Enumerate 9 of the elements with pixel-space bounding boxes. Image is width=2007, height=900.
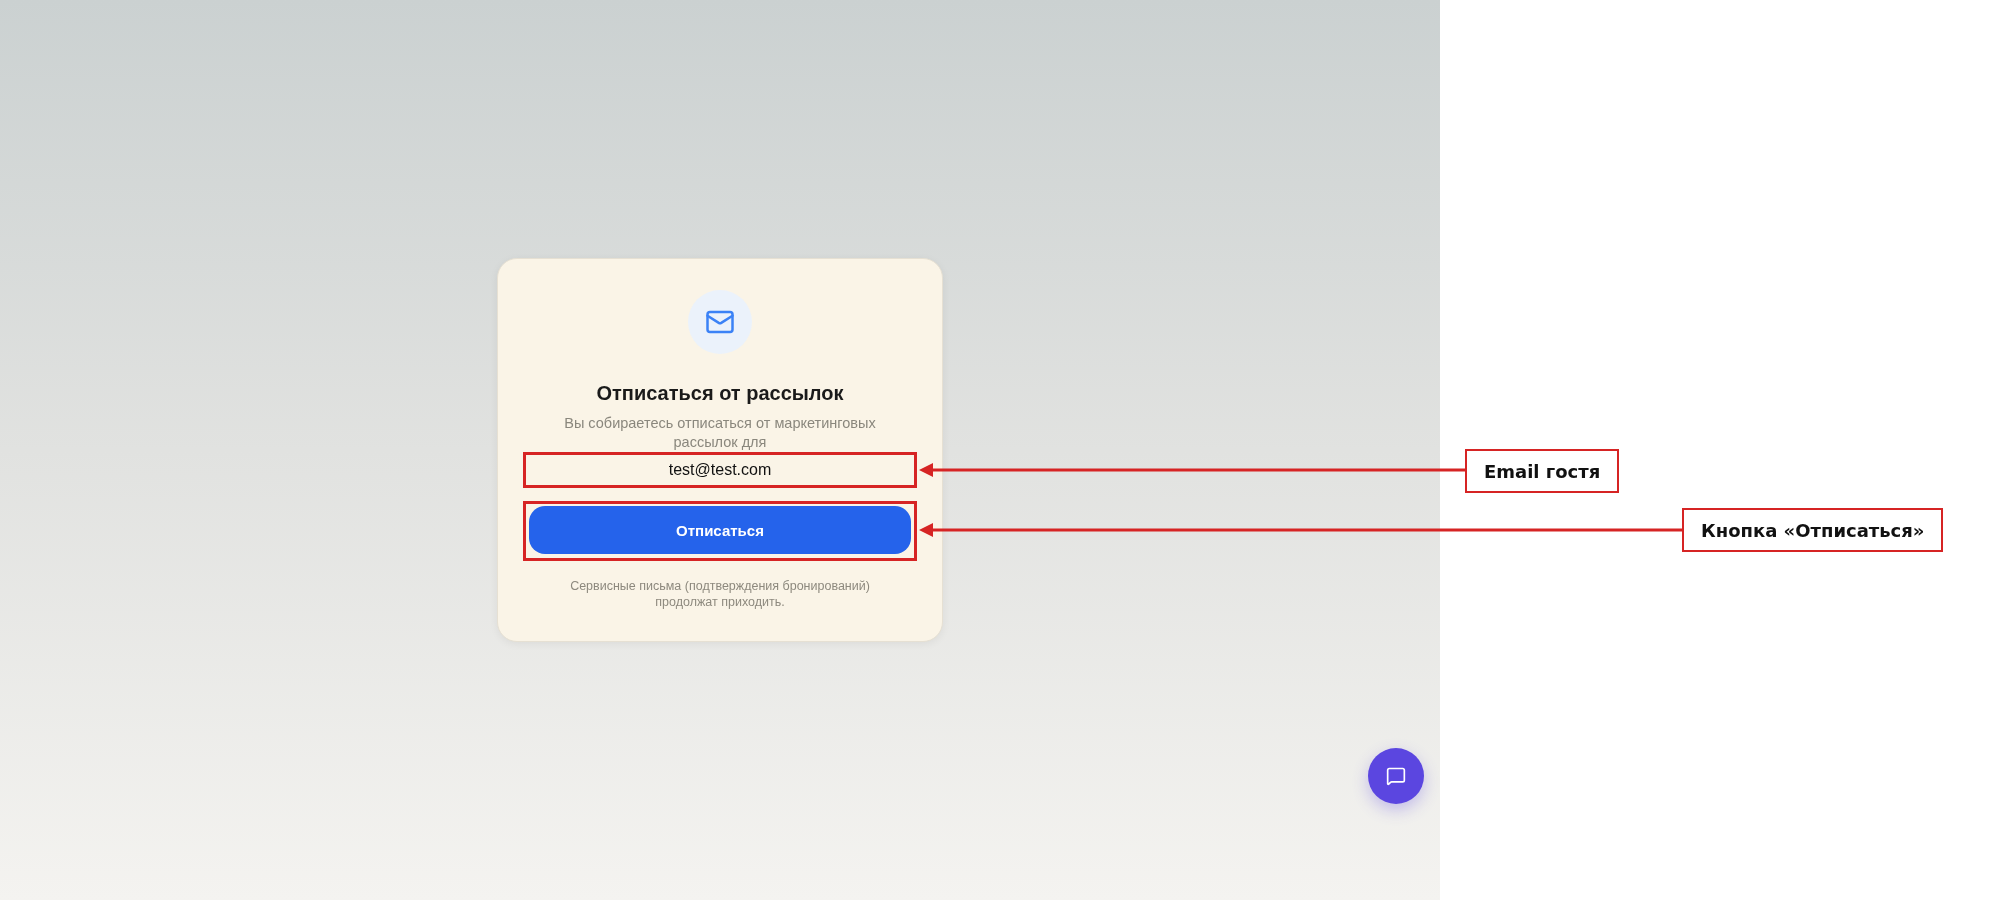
callout-label: Email гостя	[1465, 449, 1620, 493]
guest-email: test@test.com	[668, 461, 772, 479]
callout-label: Кнопка «Отписаться»	[1682, 508, 1944, 552]
card-note: Сервисные письма (подтверждения бронирований) продолжат приходить.	[569, 578, 871, 610]
unsubscribe-button[interactable]: Отписаться	[529, 506, 911, 554]
card-title: Отписаться от рассылок	[596, 381, 844, 406]
speech-bubble-icon	[1386, 766, 1406, 786]
card-description: Вы собираетесь отписаться от маркетинговых рассылок для	[563, 414, 877, 452]
chat-button[interactable]	[1368, 748, 1424, 804]
